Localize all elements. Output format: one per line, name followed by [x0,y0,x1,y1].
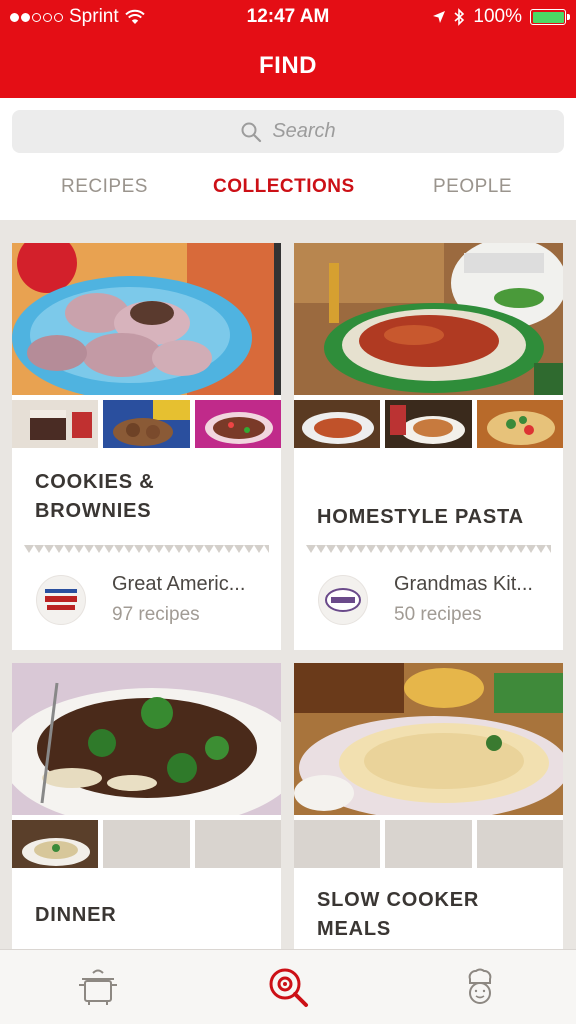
recipe-count: 97 recipes [112,604,200,625]
author-avatar [318,574,368,625]
recipe-count: 50 recipes [394,604,482,625]
bottom-tab-bar [0,949,576,1024]
tab-find[interactable] [266,965,310,1009]
tab-profile[interactable] [458,965,502,1009]
tab-cook[interactable] [76,965,120,1009]
decorative-divider [306,545,551,553]
collection-thumbnails [12,400,281,448]
tab-recipes[interactable]: RECIPES [61,176,148,198]
thumbnail-image [385,400,472,448]
collection-title: DINNER [35,904,117,926]
battery-icon [530,9,570,25]
battery-percent: 100% [473,6,522,27]
collection-hero-image [12,243,281,395]
thumbnail-image [12,400,99,448]
thumbnail-image [476,400,563,448]
collection-hero-image [294,663,563,815]
status-bar: Sprint 12:47 AM 100% [0,0,576,34]
segment-tabs: RECIPES COLLECTIONS PEOPLE [0,168,576,210]
thumbnail-image [12,820,99,868]
search-placeholder: Search [272,120,336,142]
collection-card-slow-cooker-meals[interactable]: SLOW COOKER MEALS [294,663,563,949]
collection-thumbnails [294,400,563,448]
search-input[interactable]: Search [12,110,564,153]
thumbnail-placeholder [103,820,190,868]
collections-grid: COOKIES & BROWNIES Great Americ... 97 re… [0,220,576,949]
search-icon [241,122,262,142]
collection-title: SLOW COOKER MEALS [317,889,480,940]
thumbnail-image [194,400,281,448]
location-arrow-icon [433,11,446,23]
author-avatar [36,574,86,625]
thumbnail-placeholder [385,820,472,868]
collection-title: HOMESTYLE PASTA [317,506,524,528]
tab-collections[interactable]: COLLECTIONS [213,176,355,198]
chef-profile-icon [468,968,492,1004]
thumbnail-placeholder [194,820,281,868]
collection-thumbnails [12,820,281,868]
search-target-icon [269,968,308,1007]
collection-card-dinner[interactable]: DINNER [12,663,281,949]
navigation-bar: FIND [0,34,576,98]
collection-hero-image [294,243,563,395]
author-name: Great Americ... [112,573,246,595]
thumbnail-image [103,400,190,448]
search-header: Search RECIPES COLLECTIONS PEOPLE [0,98,576,220]
collection-author[interactable]: Great Americ... 97 recipes [36,573,272,626]
collection-thumbnails [294,820,563,868]
author-name: Grandmas Kit... [394,573,533,595]
collection-title: COOKIES & BROWNIES [35,471,155,522]
bluetooth-icon [454,8,465,26]
thumbnail-image [294,400,381,448]
decorative-divider [24,545,269,553]
page-title: FIND [259,52,317,79]
tab-people[interactable]: PEOPLE [433,176,512,198]
status-right: 100% [432,6,570,28]
collection-card-cookies-brownies[interactable]: COOKIES & BROWNIES Great Americ... 97 re… [12,243,281,650]
cooking-pot-icon [79,969,117,1005]
thumbnail-placeholder [294,820,381,868]
collection-author[interactable]: Grandmas Kit... 50 recipes [318,573,554,626]
collection-hero-image [12,663,281,815]
collection-card-homestyle-pasta[interactable]: HOMESTYLE PASTA Grandmas Kit... 50 recip… [294,243,563,650]
thumbnail-placeholder [476,820,563,868]
